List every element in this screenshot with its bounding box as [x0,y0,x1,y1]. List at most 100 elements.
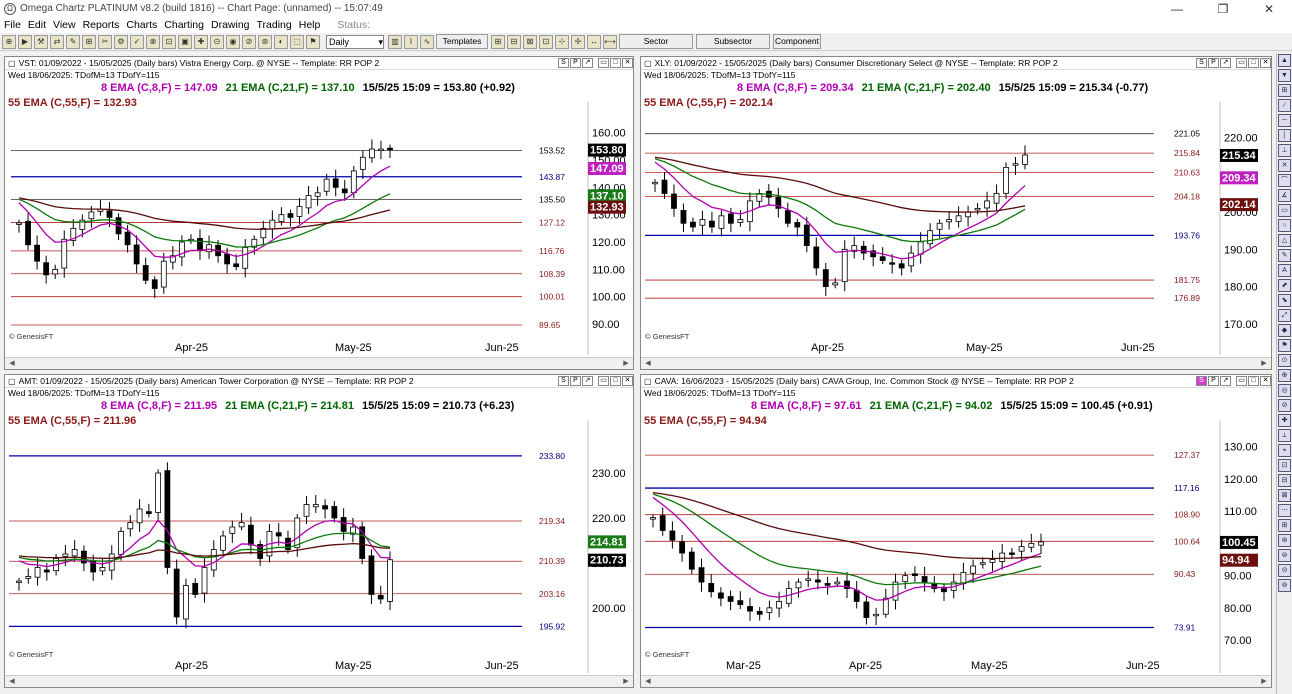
layout-tool-2-icon[interactable]: ⊠ [523,34,537,49]
draw-tool-24-icon[interactable]: ✚ [1278,414,1291,427]
menu-file[interactable]: File [4,19,21,31]
toolbar-tool-11-icon[interactable]: ▣ [178,34,192,49]
toolbar-tool-2-icon[interactable]: ⚒ [34,34,48,49]
subsector-button[interactable]: Subsector [696,34,770,49]
scroll-left-icon[interactable]: ◀ [7,677,17,686]
toolbar-tool-7-icon[interactable]: ⚙ [114,34,128,49]
menu-view[interactable]: View [53,19,76,31]
sector-button[interactable]: Sector [619,34,693,49]
draw-tool-34-icon[interactable]: ⊝ [1278,564,1291,577]
draw-tool-17-icon[interactable]: ⤢ [1278,309,1291,322]
layout-tool-7-icon[interactable]: ⟷ [603,34,617,49]
draw-tool-29-icon[interactable]: ⊠ [1278,489,1291,502]
draw-tool-27-icon[interactable]: ⊡ [1278,459,1291,472]
toolbar-tool-10-icon[interactable]: ⊡ [162,34,176,49]
toolbar-tool-6-icon[interactable]: ✂ [98,34,112,49]
toolbar-tool-19-icon[interactable]: ⚑ [306,34,320,49]
candle-body [377,594,384,600]
templates-button[interactable]: Templates [436,34,488,49]
draw-tool-21-icon[interactable]: ⊕ [1278,369,1291,382]
draw-tool-16-icon[interactable]: ⬊ [1278,294,1291,307]
close-button[interactable]: ✕ [1246,2,1292,16]
layout-tool-3-icon[interactable]: ⊡ [539,34,553,49]
draw-tool-19-icon[interactable]: ⚑ [1278,339,1291,352]
toolbar-tool-13-icon[interactable]: ⊙ [210,34,224,49]
draw-tool-1-icon[interactable]: ▼ [1278,69,1291,82]
draw-tool-4-icon[interactable]: ─ [1278,114,1291,127]
chart-style-0-icon[interactable]: ▥ [388,34,402,49]
chart-style-1-icon[interactable]: ⌇ [404,34,418,49]
toolbar-tool-8-icon[interactable]: ✓ [130,34,144,49]
horizontal-scrollbar[interactable]: ◀ ▶ [5,357,633,369]
draw-tool-18-icon[interactable]: ◆ [1278,324,1291,337]
draw-tool-13-icon[interactable]: ✎ [1278,249,1291,262]
horizontal-scrollbar[interactable]: ◀ ▶ [5,675,633,687]
toolbar-tool-15-icon[interactable]: ⊘ [242,34,256,49]
scroll-right-icon[interactable]: ▶ [621,359,631,368]
layout-tool-6-icon[interactable]: ↔ [587,34,601,49]
toolbar-tool-16-icon[interactable]: ⊛ [258,34,272,49]
draw-tool-2-icon[interactable]: ⊞ [1278,84,1291,97]
period-select[interactable]: Daily ▾ [326,34,384,49]
toolbar-tool-12-icon[interactable]: ✚ [194,34,208,49]
draw-tool-9-icon[interactable]: ∡ [1278,189,1291,202]
toolbar-tool-17-icon[interactable]: ◐ [274,34,288,49]
draw-tool-15-icon[interactable]: ⬈ [1278,279,1291,292]
draw-tool-32-icon[interactable]: ⊛ [1278,534,1291,547]
draw-tool-25-icon[interactable]: ⟂ [1278,429,1291,442]
component-button[interactable]: Component [773,34,821,49]
menu-charting[interactable]: Charting [164,19,204,31]
draw-tool-10-icon[interactable]: ▭ [1278,204,1291,217]
toolbar-tool-14-icon[interactable]: ◉ [226,34,240,49]
scroll-right-icon[interactable]: ▶ [1259,359,1269,368]
scroll-left-icon[interactable]: ◀ [643,359,653,368]
menu-help[interactable]: Help [299,19,321,31]
draw-tool-31-icon[interactable]: ⊞ [1278,519,1291,532]
draw-tool-22-icon[interactable]: ◎ [1278,384,1291,397]
draw-tool-5-icon[interactable]: │ [1278,129,1291,142]
candle-body [106,210,113,218]
draw-tool-7-icon[interactable]: ✕ [1278,159,1291,172]
horizontal-scrollbar[interactable]: ◀ ▶ [641,675,1271,687]
toolbar-tool-9-icon[interactable]: ⊗ [146,34,160,49]
toolbar-tool-1-icon[interactable]: ▶ [18,34,32,49]
candle-body [805,578,812,581]
draw-tool-8-icon[interactable]: ⌒ [1278,174,1291,187]
layout-tool-4-icon[interactable]: ⊹ [555,34,569,49]
scroll-left-icon[interactable]: ◀ [643,677,653,686]
menu-trading[interactable]: Trading [257,19,292,31]
candle-body [242,247,249,269]
menu-reports[interactable]: Reports [83,19,120,31]
toolbar-tool-18-icon[interactable]: ⬚ [290,34,304,49]
scroll-right-icon[interactable]: ▶ [621,677,631,686]
layout-tool-0-icon[interactable]: ⊞ [491,34,505,49]
draw-tool-26-icon[interactable]: ⌖ [1278,444,1291,457]
draw-tool-35-icon[interactable]: ⊚ [1278,579,1291,592]
toolbar-tool-3-icon[interactable]: ⇄ [50,34,64,49]
draw-tool-23-icon[interactable]: ⊘ [1278,399,1291,412]
scroll-right-icon[interactable]: ▶ [1259,677,1269,686]
draw-tool-3-icon[interactable]: ∕ [1278,99,1291,112]
draw-tool-14-icon[interactable]: A [1278,264,1291,277]
layout-tool-1-icon[interactable]: ⊟ [507,34,521,49]
menu-edit[interactable]: Edit [28,19,46,31]
draw-tool-11-icon[interactable]: ○ [1278,219,1291,232]
minimize-button[interactable]: — [1154,2,1200,16]
toolbar-tool-5-icon[interactable]: ⊞ [82,34,96,49]
menu-drawing[interactable]: Drawing [211,19,250,31]
menu-charts[interactable]: Charts [126,19,157,31]
layout-tool-5-icon[interactable]: ✢ [571,34,585,49]
draw-tool-12-icon[interactable]: △ [1278,234,1291,247]
draw-tool-0-icon[interactable]: ▲ [1278,54,1291,67]
chart-style-2-icon[interactable]: ∿ [420,34,434,49]
toolbar-tool-4-icon[interactable]: ✎ [66,34,80,49]
draw-tool-6-icon[interactable]: ⊥ [1278,144,1291,157]
draw-tool-20-icon[interactable]: ⊙ [1278,354,1291,367]
scroll-left-icon[interactable]: ◀ [7,359,17,368]
draw-tool-30-icon[interactable]: ⋯ [1278,504,1291,517]
draw-tool-28-icon[interactable]: ⊟ [1278,474,1291,487]
restore-button[interactable]: ❐ [1200,2,1246,16]
draw-tool-33-icon[interactable]: ⊜ [1278,549,1291,562]
toolbar-tool-0-icon[interactable]: ⊕ [2,34,16,49]
horizontal-scrollbar[interactable]: ◀ ▶ [641,357,1271,369]
